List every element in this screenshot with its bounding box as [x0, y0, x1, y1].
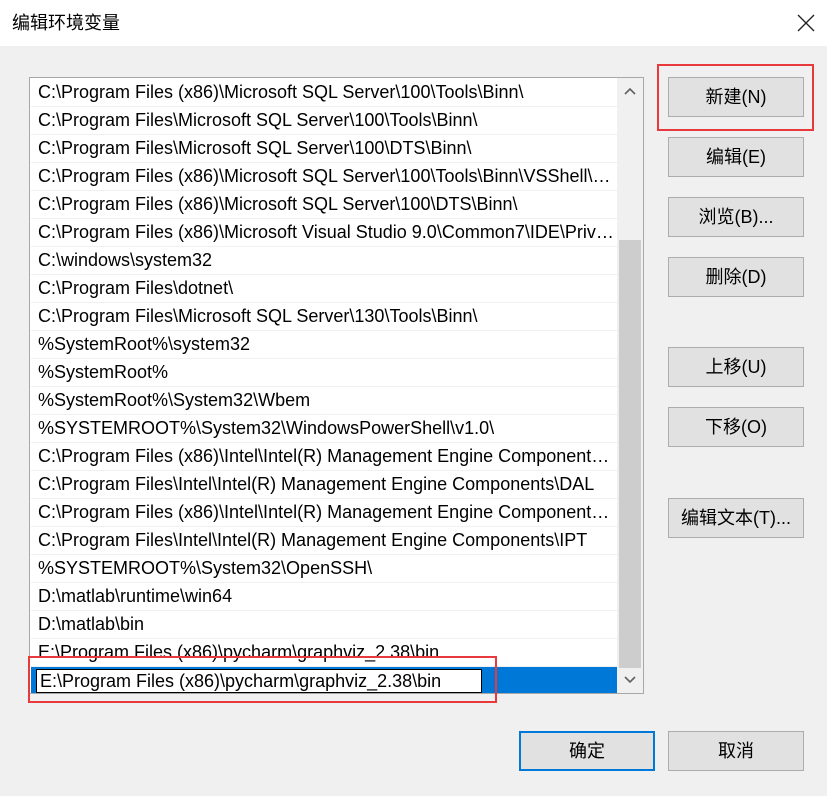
highlight-box-edit-field [28, 656, 497, 703]
scroll-down-button[interactable] [617, 667, 643, 693]
edit-text-button[interactable]: 编辑文本(T)... [668, 498, 804, 538]
browse-button[interactable]: 浏览(B)... [668, 197, 804, 237]
new-button[interactable]: 新建(N) [668, 77, 804, 117]
path-list-item[interactable]: C:\Program Files\Microsoft SQL Server\10… [31, 107, 618, 135]
title-bar: 编辑环境变量 [0, 0, 827, 46]
path-list-item[interactable]: C:\Program Files (x86)\Microsoft SQL Ser… [31, 79, 618, 107]
chevron-up-icon [624, 87, 636, 95]
path-list-item[interactable]: C:\Program Files\Intel\Intel(R) Manageme… [31, 471, 618, 499]
path-list-item[interactable]: C:\Program Files\Microsoft SQL Server\13… [31, 303, 618, 331]
scroll-up-button[interactable] [617, 78, 643, 104]
path-list-item[interactable]: C:\Program Files (x86)\Intel\Intel(R) Ma… [31, 499, 618, 527]
path-list-rows: C:\Program Files (x86)\Microsoft SQL Ser… [31, 79, 618, 693]
move-down-button[interactable]: 下移(O) [668, 407, 804, 447]
ok-button[interactable]: 确定 [519, 731, 655, 771]
path-list-item[interactable]: D:\matlab\bin [31, 611, 618, 639]
path-list[interactable]: C:\Program Files (x86)\Microsoft SQL Ser… [29, 77, 644, 694]
chevron-down-icon [624, 676, 636, 684]
path-list-item[interactable]: C:\Program Files\Intel\Intel(R) Manageme… [31, 527, 618, 555]
path-list-item[interactable]: C:\Program Files (x86)\Microsoft SQL Ser… [31, 191, 618, 219]
delete-button[interactable]: 删除(D) [668, 257, 804, 297]
path-list-item[interactable]: %SystemRoot% [31, 359, 618, 387]
close-icon [797, 14, 815, 32]
path-list-item[interactable]: C:\Program Files\dotnet\ [31, 275, 618, 303]
path-list-item[interactable]: C:\Program Files (x86)\Microsoft SQL Ser… [31, 163, 618, 191]
path-list-item[interactable]: C:\Program Files (x86)\Microsoft Visual … [31, 219, 618, 247]
edit-button[interactable]: 编辑(E) [668, 137, 804, 177]
vertical-scrollbar[interactable] [617, 78, 643, 693]
path-list-item[interactable]: D:\matlab\runtime\win64 [31, 583, 618, 611]
path-list-item[interactable]: %SystemRoot%\system32 [31, 331, 618, 359]
path-list-item[interactable]: %SystemRoot%\System32\Wbem [31, 387, 618, 415]
cancel-button[interactable]: 取消 [668, 731, 804, 771]
path-list-item[interactable]: C:\Program Files\Microsoft SQL Server\10… [31, 135, 618, 163]
move-up-button[interactable]: 上移(U) [668, 347, 804, 387]
path-list-item[interactable]: %SYSTEMROOT%\System32\OpenSSH\ [31, 555, 618, 583]
path-list-item[interactable]: %SYSTEMROOT%\System32\WindowsPowerShell\… [31, 415, 618, 443]
scroll-thumb[interactable] [619, 240, 641, 668]
window-title: 编辑环境变量 [12, 13, 120, 33]
path-list-item[interactable]: C:\Program Files (x86)\Intel\Intel(R) Ma… [31, 443, 618, 471]
close-button[interactable] [781, 0, 827, 46]
path-list-item[interactable]: C:\windows\system32 [31, 247, 618, 275]
